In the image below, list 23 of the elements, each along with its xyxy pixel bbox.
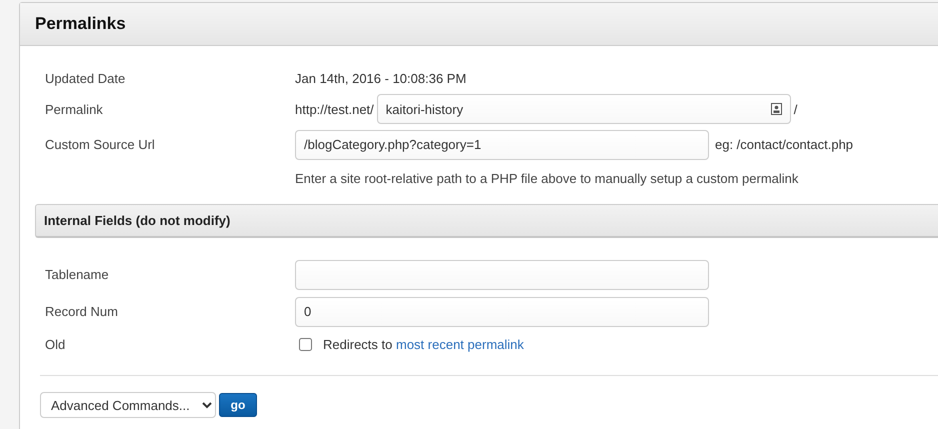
field-label: Old bbox=[45, 336, 66, 352]
help-text: Enter a site root-relative path to a PHP file above to manually setup a custom permalink bbox=[294, 171, 800, 186]
checkbox-label: Redirects to most recent permalink bbox=[323, 336, 524, 352]
section-title: Internal Fields (do not modify) bbox=[44, 213, 230, 228]
permalink-field[interactable]: kaitori-history bbox=[376, 94, 791, 124]
contact-card-icon bbox=[770, 103, 782, 115]
field-label: Custom Source Url bbox=[45, 137, 156, 152]
text-field[interactable] bbox=[295, 260, 709, 290]
text-field[interactable]: 0 bbox=[295, 296, 709, 326]
updated-date-value: Jan 14th, 2016 - 10:08:36 PM bbox=[295, 70, 468, 86]
url-suffix: / bbox=[794, 102, 798, 116]
permalink-link[interactable]: most recent permalink bbox=[396, 336, 524, 352]
panel-title: Permalinks bbox=[35, 14, 126, 34]
field-label: Record Num bbox=[45, 304, 119, 319]
field-label: Permalink bbox=[45, 102, 104, 116]
go-button[interactable]: go bbox=[219, 393, 257, 417]
field-label: Updated Date bbox=[45, 70, 126, 86]
field-label: Tablename bbox=[45, 267, 110, 282]
checkbox[interactable] bbox=[299, 338, 312, 350]
text-field[interactable]: /blogCategory.php?category=1 bbox=[295, 130, 709, 160]
example-hint: eg: /contact/contact.php bbox=[715, 137, 854, 152]
commands-dropdown[interactable]: Advanced Commands... bbox=[40, 392, 216, 418]
url-prefix: http://test.net/ bbox=[295, 102, 374, 116]
